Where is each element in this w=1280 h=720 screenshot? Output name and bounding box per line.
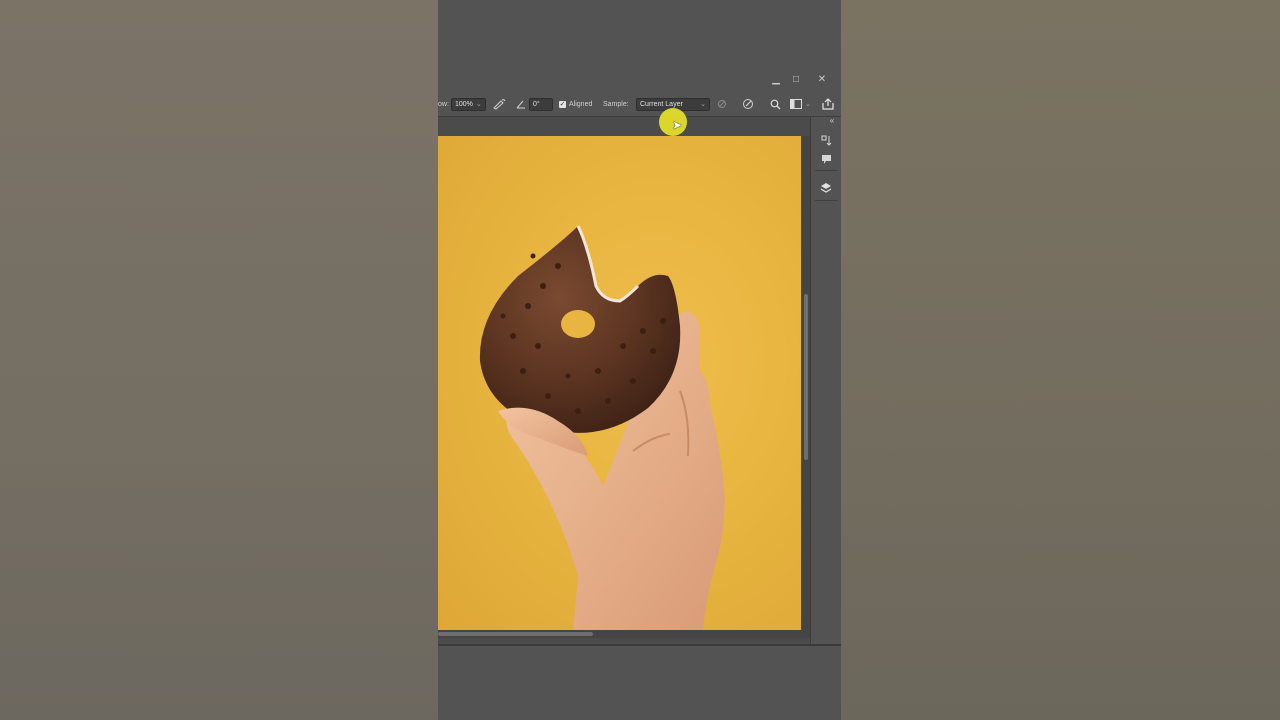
panel-separator	[815, 200, 837, 201]
ignore-adjustment-layers-button[interactable]	[717, 92, 727, 116]
angle-input[interactable]: 0°	[529, 97, 553, 111]
share-button[interactable]	[822, 92, 834, 116]
airbrush-icon	[493, 99, 506, 110]
vertical-scroll-thumb[interactable]	[804, 294, 808, 460]
sample-label: Sample:	[603, 100, 629, 108]
blurred-background-right	[841, 0, 1280, 720]
ignore-adjustment-layers-icon	[718, 100, 726, 108]
chevron-down-icon: ⌄	[475, 101, 482, 108]
blurred-background-left	[0, 0, 438, 720]
pressure-size-icon	[743, 99, 753, 109]
share-icon	[822, 98, 834, 110]
chevron-down-icon: ⌄	[700, 101, 706, 108]
layers-icon	[820, 183, 832, 193]
title-bar: ▁ □ ✕	[438, 70, 841, 88]
donut-hand-photo	[479, 225, 725, 630]
workspace-icon	[790, 99, 802, 109]
layers-panel-button[interactable]	[815, 179, 837, 197]
flow-label: ow:	[438, 100, 449, 108]
history-icon	[821, 135, 831, 146]
history-panel-button[interactable]	[815, 131, 837, 149]
comments-panel-button[interactable]	[815, 150, 837, 168]
search-icon	[770, 99, 781, 109]
panel-separator	[815, 170, 837, 171]
document-image[interactable]	[438, 136, 801, 630]
search-button[interactable]	[770, 92, 781, 116]
bottom-edge	[438, 644, 841, 646]
vertical-scrollbar[interactable]	[802, 136, 810, 630]
horizontal-scroll-thumb[interactable]	[438, 632, 593, 636]
collapsed-panel-dock: «	[811, 115, 841, 644]
close-button[interactable]: ✕	[810, 70, 834, 88]
document-canvas-area[interactable]	[438, 117, 810, 644]
aligned-checkbox[interactable]: ✓ Aligned	[559, 92, 592, 116]
horizontal-scrollbar[interactable]	[438, 630, 810, 638]
pressure-size-button[interactable]	[742, 92, 754, 116]
checkmark-icon: ✓	[559, 100, 566, 108]
flow-input[interactable]: 100% ⌄	[451, 97, 486, 111]
collapse-panel-button[interactable]: «	[825, 115, 839, 125]
photoshop-window: ▁ □ ✕ ow: 100% ⌄ 0° ✓ Aligned Sample: Cu…	[438, 0, 841, 720]
options-bar: ow: 100% ⌄ 0° ✓ Aligned Sample: Current …	[438, 92, 841, 117]
comments-icon	[821, 154, 831, 164]
chevron-down-icon: ⌄	[805, 101, 811, 108]
angle-icon	[516, 92, 526, 116]
mouse-cursor-icon: ➤	[672, 118, 683, 132]
workspace-button[interactable]: ⌄	[790, 92, 811, 116]
airbrush-button[interactable]	[493, 92, 506, 116]
maximize-button[interactable]: □	[784, 70, 808, 88]
